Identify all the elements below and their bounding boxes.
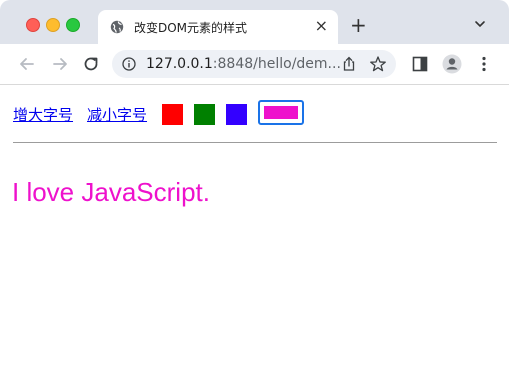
tab-close-icon[interactable]: × (315, 17, 328, 35)
new-tab-button[interactable]: + (350, 15, 367, 35)
demo-text: I love JavaScript. (12, 177, 210, 207)
browser-window: 改变DOM元素的样式 × + 127.0.0.1:8848/hello/dem.… (0, 0, 509, 384)
maximize-window-button[interactable] (66, 18, 80, 32)
url-path: :8848/hello/dem... (212, 56, 341, 72)
reload-icon[interactable] (81, 54, 101, 74)
site-info-icon[interactable] (122, 57, 136, 71)
side-panel-icon[interactable] (412, 56, 428, 72)
profile-avatar-icon[interactable] (442, 54, 462, 74)
increase-font-link[interactable]: 增大字号 (13, 104, 73, 125)
tab-strip: 改变DOM元素的样式 × + (0, 0, 509, 44)
red-swatch-button[interactable] (162, 104, 183, 125)
magenta-swatch-fill (264, 106, 298, 119)
decrease-font-link[interactable]: 减小字号 (87, 104, 147, 125)
bookmark-star-icon[interactable] (369, 55, 387, 73)
magenta-swatch-button[interactable] (258, 100, 304, 125)
back-arrow-icon[interactable] (17, 54, 37, 74)
url-host: 127.0.0.1 (146, 56, 213, 72)
chevron-down-icon[interactable] (474, 18, 486, 30)
close-window-button[interactable] (26, 18, 40, 32)
blue-swatch-button[interactable] (226, 104, 247, 125)
address-bar[interactable]: 127.0.0.1:8848/hello/dem... (112, 50, 396, 78)
globe-icon (110, 20, 124, 34)
divider (13, 142, 497, 143)
browser-toolbar: 127.0.0.1:8848/hello/dem... (0, 44, 509, 85)
forward-arrow-icon[interactable] (50, 54, 70, 74)
green-swatch-button[interactable] (194, 104, 215, 125)
minimize-window-button[interactable] (46, 18, 60, 32)
page-content: 增大字号 减小字号 I love JavaScript. (0, 85, 509, 384)
share-icon[interactable] (341, 56, 357, 72)
active-tab[interactable]: 改变DOM元素的样式 × (98, 10, 338, 44)
tab-title: 改变DOM元素的样式 (134, 21, 248, 35)
more-menu-icon[interactable] (478, 56, 490, 72)
url-text[interactable]: 127.0.0.1:8848/hello/dem... (146, 56, 341, 72)
